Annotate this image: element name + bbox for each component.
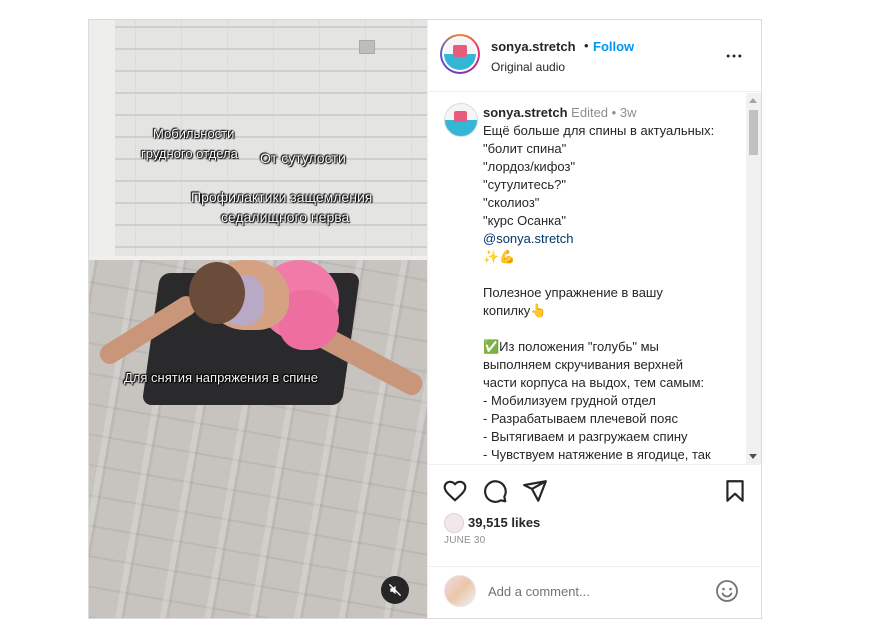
caption-line: ✅Из положения "голубь" мы [483, 339, 659, 354]
person-head [189, 262, 245, 324]
caption-emoji-line: ✨💪 [483, 249, 516, 264]
mute-button[interactable] [381, 576, 409, 604]
post-video[interactable]: Мобильности грудного отдела От сутулости… [89, 20, 427, 618]
video-caption-6: Для снятия напряжения в спине [124, 370, 318, 385]
liker-avatar[interactable] [444, 513, 464, 533]
emoji-icon[interactable] [715, 579, 739, 603]
comment-input[interactable] [488, 581, 698, 601]
bookmark-icon[interactable] [722, 478, 748, 504]
caption-area[interactable]: sonya.stretch Edited • 3w Ещё больше для… [428, 93, 762, 465]
comment-bar [428, 566, 762, 618]
post-date[interactable]: JUNE 30 [444, 535, 485, 546]
action-bar [428, 478, 762, 508]
audio-label[interactable]: Original audio [491, 60, 565, 74]
video-caption-1: Мобильности [153, 126, 235, 141]
caption-line: - Вытягиваем и разгружаем спину [483, 429, 688, 444]
comment-icon[interactable] [482, 478, 508, 504]
post-sidebar: sonya.stretch • Follow Original audio so… [427, 20, 762, 618]
caption-line: "курс Осанка" [483, 213, 566, 228]
likes-row[interactable]: 39,515 likes [444, 513, 744, 535]
caption-line: "сколиоз" [483, 195, 540, 210]
author-avatar[interactable] [440, 34, 480, 74]
more-icon[interactable] [724, 46, 744, 66]
caption-line: - Разрабатываем плечевой пояс [483, 411, 678, 426]
caption-line: Ещё больше для спины в актуальных: [483, 123, 715, 138]
viewer-avatar [444, 575, 476, 607]
author-username[interactable]: sonya.stretch [491, 39, 576, 54]
caption-line: выполняем скручивания верхней [483, 357, 683, 372]
video-pillar [89, 20, 115, 270]
post-header: sonya.stretch • Follow Original audio [428, 20, 762, 92]
instagram-post: Мобильности грудного отдела От сутулости… [88, 19, 762, 619]
scroll-down-arrow[interactable] [749, 454, 757, 459]
heart-icon[interactable] [442, 478, 468, 504]
share-icon[interactable] [522, 478, 548, 504]
caption-username[interactable]: sonya.stretch [483, 105, 568, 120]
caption-dot: • [611, 105, 617, 120]
caption-time[interactable]: 3w [620, 105, 637, 120]
caption-line: "сутулитесь?" [483, 177, 566, 192]
caption-line: - Мобилизуем грудной отдел [483, 393, 656, 408]
caption-line: части корпуса на выдох, тем самым: [483, 375, 705, 390]
header-dot: • [584, 38, 589, 53]
caption-line: "лордоз/кифоз" [483, 159, 576, 174]
likes-count[interactable]: 39,515 likes [468, 515, 540, 530]
video-caption-2: грудного отдела [141, 146, 238, 161]
video-caption-4: Профилактики защемления [191, 189, 373, 205]
caption-avatar[interactable] [444, 103, 478, 137]
caption-line: "болит спина" [483, 141, 567, 156]
video-caption-5: седалищного нерва [221, 209, 350, 225]
caption-text: sonya.stretch Edited • 3w Ещё больше для… [483, 104, 741, 464]
caption-mention[interactable]: @sonya.stretch [483, 230, 741, 248]
video-outlet [359, 40, 375, 54]
caption-line: копилку👆 [483, 303, 547, 318]
caption-edited: Edited [571, 105, 609, 120]
video-wall [89, 20, 427, 270]
follow-button[interactable]: Follow [593, 39, 634, 54]
scroll-up-arrow[interactable] [749, 98, 757, 103]
mute-icon [389, 584, 401, 596]
caption-line: Полезное упражнение в вашу [483, 285, 663, 300]
scroll-thumb[interactable] [749, 110, 758, 155]
video-caption-3: От сутулости [260, 150, 346, 166]
caption-line: - Чувствуем натяжение в ягодице, так [483, 447, 711, 462]
caption-scrollbar[interactable] [746, 93, 761, 464]
